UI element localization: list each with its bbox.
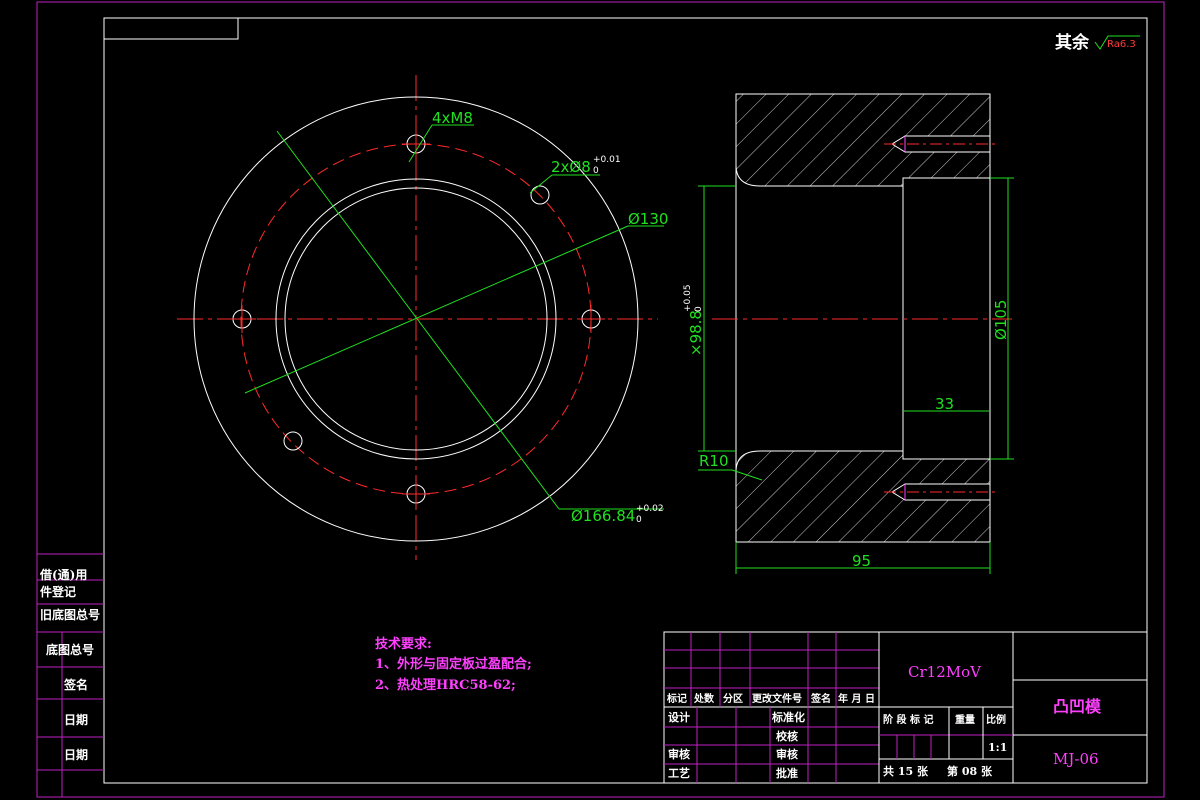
weight-label: 重量	[955, 713, 975, 726]
front-view	[177, 75, 664, 560]
cad-drawing: 其余 Ra6.3 4xM8 2xØ8 +0.01 0 Ø130 Ø166.84 …	[36, 1, 1165, 798]
sheet-number: 第 08 张	[947, 764, 993, 778]
process-label: 工艺	[668, 766, 690, 780]
pin-hole	[283, 431, 303, 451]
rev-header-doc: 更改文件号	[752, 692, 802, 705]
rev-header-mark: 标记	[666, 692, 687, 705]
dim-length: 95	[852, 552, 871, 570]
sheets-total: 共 15 张	[883, 764, 929, 778]
scale-value: 1:1	[988, 741, 1007, 754]
dim-counterbore: Ø105	[992, 300, 1010, 340]
rev-header-date: 年 月 日	[838, 692, 875, 705]
part-name: 凸凹模	[1053, 697, 1102, 716]
threaded-hole	[577, 305, 605, 333]
stamp-old-no: 旧底图总号	[40, 607, 100, 622]
dim-pcd-tol-low: 0	[636, 515, 642, 525]
threaded-hole	[402, 480, 430, 508]
dim-pin-tol: +0.01	[593, 155, 621, 165]
dim-pin-tol-low: 0	[593, 166, 599, 176]
drawing-number: MJ-06	[1053, 750, 1099, 768]
stamp-borrow: 借(通)用	[39, 567, 87, 582]
rev-header-count: 处数	[693, 692, 715, 705]
outer-border	[36, 1, 1165, 798]
dim-bore-tol-low: 0	[694, 306, 704, 312]
design-label: 设计	[668, 710, 690, 724]
dim-bore: ×98.8	[687, 310, 705, 356]
dim-inner-diameter: Ø130	[628, 210, 668, 228]
tech-req-line1: 1、外形与固定板过盈配合;	[375, 656, 532, 672]
corner-box	[103, 17, 239, 40]
roughness-note: 其余	[1055, 32, 1090, 53]
threaded-hole	[228, 305, 256, 333]
approve-label: 批准	[776, 766, 798, 780]
proof-label: 校核	[776, 729, 798, 743]
dim-depth: 33	[935, 395, 954, 413]
stamp-date-1: 日期	[64, 712, 88, 727]
check-label: 审核	[668, 747, 690, 761]
standardize-label: 标准化	[771, 710, 805, 724]
dim-thread-holes: 4xM8	[432, 109, 473, 127]
section-view	[698, 93, 1014, 574]
stamp-sign: 签名	[63, 677, 88, 692]
stage-label: 阶 段 标 记	[883, 713, 933, 726]
ratio-label: 比例	[986, 713, 1006, 726]
rev-header-zone: 分区	[723, 692, 743, 705]
approve-mid-label: 审核	[776, 747, 798, 761]
dim-bore-tol: +0.05	[683, 284, 693, 312]
rev-header-sign: 签名	[810, 692, 831, 705]
dim-pitch-diameter: Ø166.84	[571, 507, 635, 525]
stamp-date-2: 日期	[64, 747, 88, 762]
inner-border	[103, 17, 1148, 784]
stamp-register: 件登记	[40, 584, 76, 599]
roughness-value: Ra6.3	[1107, 39, 1136, 50]
dim-pcd-tol: +0.02	[636, 504, 664, 514]
tech-req-line2: 2、热处理HRC58-62;	[375, 677, 516, 693]
material: Cr12MoV	[908, 663, 982, 681]
stamp-base-no: 底图总号	[46, 642, 94, 657]
tech-req-title: 技术要求:	[375, 636, 432, 652]
dim-radius: R10	[699, 452, 729, 470]
dim-pin-holes: 2xØ8	[551, 158, 591, 176]
